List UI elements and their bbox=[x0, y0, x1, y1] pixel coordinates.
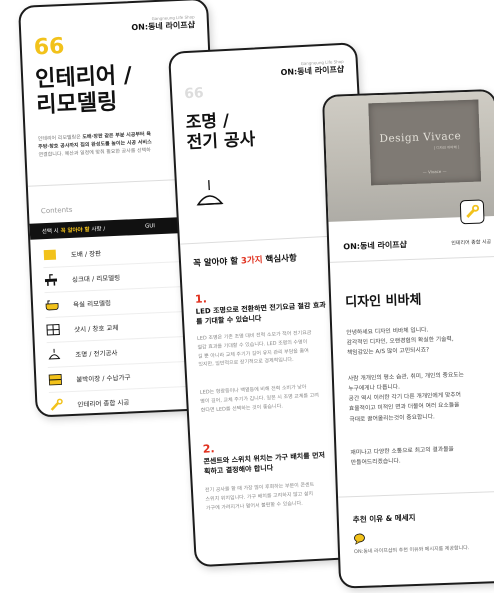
contents-item-label: 샷시 / 창호 교체 bbox=[74, 323, 119, 334]
sign-title: Design Vivace bbox=[379, 130, 462, 146]
sign-subtitle: [ 디자인 비바체 ] bbox=[433, 145, 460, 151]
design-vivace-card[interactable]: Design Vivace [ 디자인 비바체 ] — Vivace — ON:… bbox=[322, 88, 494, 589]
divider bbox=[329, 255, 494, 263]
title-line-2: 리모델링 bbox=[35, 90, 118, 119]
contents-item-label: 붙박이장 / 수납가구 bbox=[76, 373, 131, 384]
contents-item-label: 도배 / 장판 bbox=[70, 249, 102, 259]
intro-paragraph: 사람 개개인의 평소 습관, 취미, 개인의 중요도는 누구에게나 다릅니다. … bbox=[348, 369, 494, 425]
intro-paragraph: 안녕하세요 디자인 비바체 입니다. 감각적인 디자인, 오랜경험의 확실한 기… bbox=[346, 323, 494, 359]
title-line-2: 전기 공사 bbox=[186, 129, 256, 154]
brand-name: 동네 라이프샵 bbox=[359, 240, 408, 251]
recommendation-desc: ON:동네 라이프샵의 추천 이유와 메시지를 제공합니다. bbox=[353, 545, 470, 556]
brand-on: ON: bbox=[343, 241, 361, 252]
brand-name: 동네 라이프샵 bbox=[147, 20, 196, 32]
brand-logo: Gangneung Life Shop ON:동네 라이프샵 bbox=[280, 59, 344, 78]
heading-pre: 꼭 알아야 할 bbox=[192, 256, 242, 269]
card-meta-row: ON:동네 라이프샵 인테리어 종합 시공 bbox=[343, 236, 491, 252]
brand-on: ON: bbox=[280, 67, 298, 78]
business-title: 디자인 비바체 bbox=[345, 292, 422, 311]
sign-footer: — Vivace — bbox=[422, 168, 447, 175]
wallpaper-icon bbox=[43, 249, 58, 262]
contents-item-label: 싱크대 / 리모델링 bbox=[71, 273, 121, 284]
contents-label: Contents bbox=[40, 205, 73, 216]
contents-item-label: 인테리어 종합 시공 bbox=[77, 398, 130, 409]
brand-logo: ON:동네 라이프샵 bbox=[343, 239, 407, 252]
sign-panel: Design Vivace [ 디자인 비바체 ] — Vivace — bbox=[368, 99, 482, 186]
heading-highlight: 3가지 bbox=[240, 255, 263, 267]
recommendation-heading: 추천 이유 & 메세지 bbox=[352, 512, 416, 525]
tab-suffix: 사항 / bbox=[89, 226, 106, 234]
tab-guide[interactable]: 선택 시 꼭 알아야 할 사항 / bbox=[42, 224, 106, 235]
quote-mark: 66 bbox=[33, 34, 65, 61]
page-title: 조명 / 전기 공사 bbox=[185, 110, 256, 154]
window-icon bbox=[46, 323, 61, 336]
category-label: 인테리어 종합 시공 bbox=[451, 239, 492, 247]
title-line-1: 인테리어 / bbox=[34, 63, 133, 93]
sink-icon bbox=[44, 274, 59, 287]
tab-gui[interactable]: GUI bbox=[145, 223, 155, 229]
quote-mark: 66 bbox=[183, 85, 205, 103]
contents-item-label: 욕실 리모델링 bbox=[72, 299, 112, 309]
brand-on: ON: bbox=[131, 22, 149, 33]
brand-name: 동네 라이프샵 bbox=[297, 64, 345, 77]
page-title: 인테리어 / 리모델링 bbox=[35, 63, 134, 120]
lamp-icon bbox=[193, 179, 227, 215]
wrench-icon bbox=[459, 199, 485, 225]
intro-paragraph: 재미나고 다양한 소통으로 최고의 결과물을 만들어드리겠습니다. bbox=[350, 443, 494, 469]
divider bbox=[338, 490, 494, 498]
tab-prefix: 선택 시 bbox=[41, 228, 61, 236]
cabinet-icon bbox=[48, 373, 63, 386]
heading-post: 핵심사항 bbox=[262, 253, 298, 266]
brand-logo: Gangneung Life Shop ON:동네 라이프샵 bbox=[131, 14, 195, 33]
bathtub-icon bbox=[45, 298, 60, 311]
lamp-icon bbox=[47, 348, 62, 361]
tab-highlight: 꼭 알아야 할 bbox=[60, 227, 90, 235]
section-number: 1. bbox=[194, 292, 208, 306]
key-points-heading: 꼭 알아야 할 3가지 핵심사항 bbox=[193, 252, 297, 269]
contents-item-label: 조명 / 전기공사 bbox=[75, 348, 118, 359]
wrench-icon bbox=[49, 398, 64, 411]
chat-icon bbox=[353, 530, 368, 549]
section-number: 2. bbox=[202, 442, 216, 456]
